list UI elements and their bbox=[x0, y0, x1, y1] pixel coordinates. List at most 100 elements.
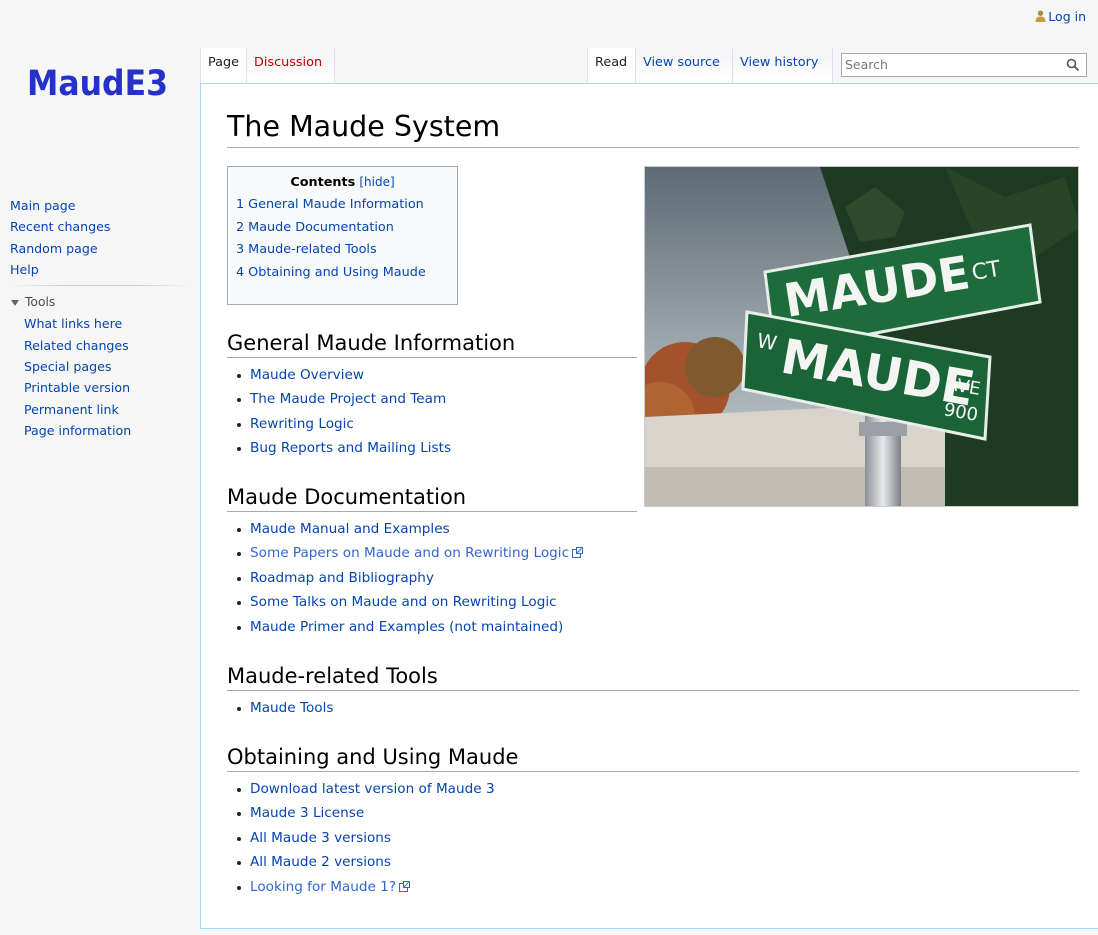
bullet-icon bbox=[237, 528, 241, 532]
sign-top-suffix: CT bbox=[970, 257, 1003, 286]
sidebar-tools: What links here Related changes Special … bbox=[10, 313, 188, 441]
bullet-icon bbox=[237, 812, 241, 817]
main-content: The Maude System Contents [hide] 1 Genera… bbox=[200, 83, 1098, 929]
bullet-icon bbox=[237, 576, 241, 581]
search-input[interactable] bbox=[845, 57, 1050, 72]
toc-title: Contents bbox=[290, 175, 356, 190]
tools-heading: Tools bbox=[25, 295, 56, 310]
site-logo[interactable]: MaudE3 bbox=[27, 62, 172, 104]
bullet-icon bbox=[237, 885, 241, 890]
link-project-and-team[interactable]: The Maude Project and Team bbox=[250, 391, 446, 407]
link-papers-external[interactable]: Some Papers on Maude and on Rewriting Lo… bbox=[250, 545, 569, 561]
tab-view-source[interactable]: View source bbox=[636, 48, 733, 83]
link-license[interactable]: Maude 3 License bbox=[250, 805, 364, 821]
link-maude1-external[interactable]: Looking for Maude 1? bbox=[250, 879, 396, 895]
list-item: Maude Primer and Examples (not maintaine… bbox=[237, 615, 637, 639]
section-heading: Maude Documentation bbox=[227, 485, 637, 512]
toc-item-label[interactable]: Maude Documentation bbox=[248, 220, 394, 235]
list-item: The Maude Project and Team bbox=[237, 387, 637, 411]
link-maude3-versions[interactable]: All Maude 3 versions bbox=[250, 830, 391, 846]
link-roadmap[interactable]: Roadmap and Bibliography bbox=[250, 570, 434, 586]
list-item: Maude Manual and Examples bbox=[237, 517, 637, 541]
tab-discussion[interactable]: Discussion bbox=[247, 48, 335, 83]
link-manual-and-examples[interactable]: Maude Manual and Examples bbox=[250, 521, 450, 537]
sidebar-navigation: Main page Recent changes Random page Hel… bbox=[10, 195, 188, 280]
link-maude2-versions[interactable]: All Maude 2 versions bbox=[250, 854, 391, 870]
toc-item-label[interactable]: General Maude Information bbox=[248, 197, 424, 212]
link-download-latest[interactable]: Download latest version of Maude 3 bbox=[250, 781, 495, 797]
login-link[interactable]: Log in bbox=[1048, 9, 1086, 24]
list-item: Some Talks on Maude and on Rewriting Log… bbox=[237, 590, 637, 614]
tab-view-history[interactable]: View history bbox=[733, 48, 833, 83]
search-icon[interactable] bbox=[1066, 58, 1080, 72]
list-item: Maude 3 License bbox=[237, 801, 1079, 825]
list-item: Download latest version of Maude 3 bbox=[237, 777, 1079, 801]
title-divider bbox=[227, 147, 1079, 148]
list-item: Maude Overview bbox=[237, 363, 637, 387]
personal-tools: Log in bbox=[1035, 9, 1086, 24]
logo-text: MaudE3 bbox=[27, 64, 168, 102]
sidebar-item-page-information[interactable]: Page information bbox=[24, 423, 131, 438]
bullet-icon bbox=[237, 374, 241, 378]
tab-read[interactable]: Read bbox=[587, 48, 636, 83]
section-obtaining-and-using-maude: Obtaining and Using Maude Download lates… bbox=[227, 745, 1079, 899]
sidebar-item-printable-version[interactable]: Printable version bbox=[24, 380, 130, 395]
list-item: Maude Tools bbox=[237, 696, 1079, 720]
tools-toggle[interactable]: Tools bbox=[10, 292, 188, 313]
list-item: All Maude 3 versions bbox=[237, 826, 1079, 850]
bullet-icon bbox=[237, 788, 241, 792]
bullet-icon bbox=[237, 601, 241, 606]
bullet-icon bbox=[237, 398, 241, 403]
sidebar-item-main-page[interactable]: Main page bbox=[10, 198, 76, 213]
section-general-maude-information: General Maude Information Maude Overview… bbox=[227, 331, 637, 461]
section-heading: General Maude Information bbox=[227, 331, 637, 358]
toc-item[interactable]: 1 General Maude Information bbox=[236, 194, 449, 217]
tab-view-history-label[interactable]: View history bbox=[740, 55, 818, 70]
toc-item-number: 4 bbox=[236, 264, 245, 280]
bullet-icon bbox=[237, 836, 241, 841]
toc-hide-toggle[interactable]: [hide] bbox=[359, 175, 394, 189]
section-heading: Obtaining and Using Maude bbox=[227, 745, 1079, 772]
toc-item[interactable]: 2 Maude Documentation bbox=[236, 217, 449, 240]
toc-item[interactable]: 4 Obtaining and Using Maude bbox=[236, 262, 449, 285]
link-maude-tools[interactable]: Maude Tools bbox=[250, 700, 333, 716]
sidebar-item-recent-changes[interactable]: Recent changes bbox=[10, 219, 110, 234]
link-primer[interactable]: Maude Primer and Examples (not maintaine… bbox=[250, 619, 563, 635]
tab-view-source-label[interactable]: View source bbox=[643, 55, 720, 70]
tab-discussion-label[interactable]: Discussion bbox=[254, 55, 322, 70]
toc-item-label[interactable]: Obtaining and Using Maude bbox=[248, 265, 426, 280]
collapse-triangle-icon bbox=[11, 299, 19, 306]
link-maude-overview[interactable]: Maude Overview bbox=[250, 367, 364, 383]
list-item: Roadmap and Bibliography bbox=[237, 566, 637, 590]
toc-item-number: 3 bbox=[236, 242, 245, 257]
bullet-icon bbox=[237, 707, 241, 711]
link-talks[interactable]: Some Talks on Maude and on Rewriting Log… bbox=[250, 594, 557, 610]
sidebar-item-random-page[interactable]: Random page bbox=[10, 241, 98, 256]
link-rewriting-logic[interactable]: Rewriting Logic bbox=[250, 416, 354, 432]
tab-page[interactable]: Page bbox=[200, 48, 247, 83]
toc-item-label[interactable]: Maude-related Tools bbox=[248, 242, 376, 257]
maude-logo-icon: MaudE3 bbox=[27, 64, 168, 104]
toc-item[interactable]: 3 Maude-related Tools bbox=[236, 239, 449, 262]
sidebar-item-related-changes[interactable]: Related changes bbox=[24, 338, 129, 353]
sidebar-item-what-links-here[interactable]: What links here bbox=[24, 316, 122, 331]
toc-item-number: 1 bbox=[236, 197, 245, 212]
bullet-icon bbox=[237, 447, 241, 452]
list-item: Rewriting Logic bbox=[237, 412, 637, 436]
bullet-icon bbox=[237, 552, 241, 557]
section-maude-related-tools: Maude-related Tools Maude Tools bbox=[227, 664, 1079, 720]
street-sign-image[interactable]: MAUDE CT W MAUDE AVE 900 bbox=[644, 166, 1079, 507]
list-item: Some Papers on Maude and on Rewriting Lo… bbox=[237, 541, 637, 565]
sidebar-divider bbox=[10, 285, 190, 287]
table-of-contents: Contents [hide] 1 General Maude Informati… bbox=[227, 166, 458, 305]
link-bug-reports[interactable]: Bug Reports and Mailing Lists bbox=[250, 440, 451, 456]
search-box bbox=[841, 53, 1087, 77]
street-sign-photo: MAUDE CT W MAUDE AVE 900 bbox=[645, 167, 1078, 506]
bullet-icon bbox=[237, 861, 241, 866]
sidebar-item-help[interactable]: Help bbox=[10, 262, 39, 277]
sidebar-item-special-pages[interactable]: Special pages bbox=[24, 359, 111, 374]
sidebar-item-permanent-link[interactable]: Permanent link bbox=[24, 402, 119, 417]
external-link-icon bbox=[572, 547, 584, 559]
bullet-icon bbox=[237, 422, 241, 427]
section-heading: Maude-related Tools bbox=[227, 664, 1079, 691]
